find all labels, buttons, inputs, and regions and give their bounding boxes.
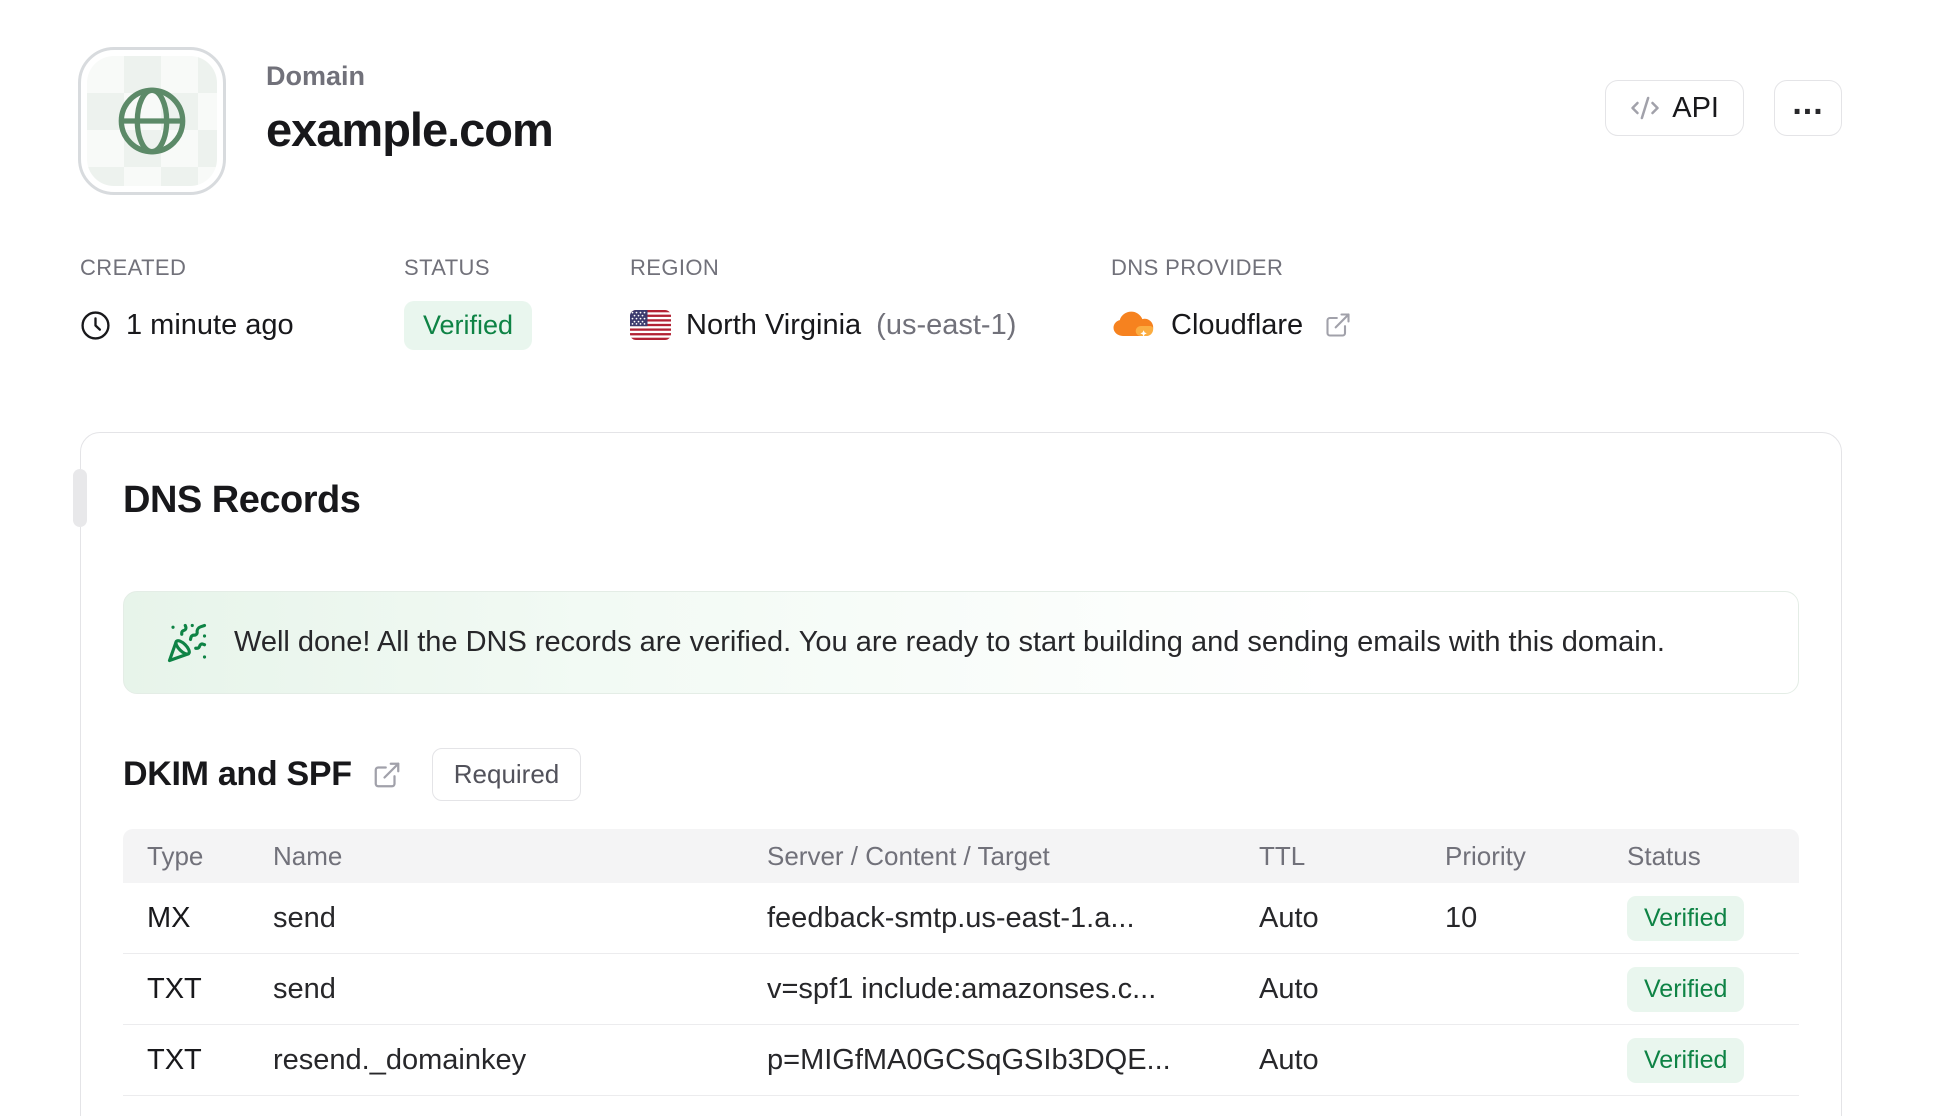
avatar-checker-background xyxy=(87,56,217,186)
meta-region: REGION North Virginia (us-east-1) xyxy=(630,255,1111,350)
cell-content: v=spf1 include:amazonses.c... xyxy=(767,972,1157,1005)
meta-created: CREATED 1 minute ago xyxy=(80,255,404,350)
banner-message: Well done! All the DNS records are verif… xyxy=(234,626,1665,658)
cell-type: MX xyxy=(147,901,191,934)
external-link-icon[interactable] xyxy=(372,760,402,790)
success-banner: Well done! All the DNS records are verif… xyxy=(123,591,1799,694)
meta-status: STATUS Verified xyxy=(404,255,630,350)
dkim-spf-title: DKIM and SPF xyxy=(123,755,352,793)
table-row: TXT send v=spf1 include:amazonses.c... A… xyxy=(123,954,1799,1025)
cell-name: resend._domainkey xyxy=(273,1043,527,1076)
cell-name: send xyxy=(273,901,336,934)
more-options-button[interactable]: ... xyxy=(1774,80,1842,136)
cell-ttl: Auto xyxy=(1259,901,1319,934)
cell-ttl: Auto xyxy=(1259,972,1319,1005)
created-value: 1 minute ago xyxy=(126,308,294,341)
created-label: CREATED xyxy=(80,255,187,280)
party-popper-icon xyxy=(166,622,208,664)
col-header-type: Type xyxy=(147,840,204,871)
table-row: MX send feedback-smtp.us-east-1.a... Aut… xyxy=(123,883,1799,954)
globe-icon xyxy=(112,81,192,161)
required-badge: Required xyxy=(431,748,582,801)
domain-detail-page: Domain example.com API ... CREATED 1 min… xyxy=(0,0,1944,1116)
api-button[interactable]: API xyxy=(1605,80,1744,136)
clock-icon xyxy=(80,310,111,341)
ellipsis-icon: ... xyxy=(1792,83,1824,122)
region-code: (us-east-1) xyxy=(876,308,1017,341)
region-name: North Virginia xyxy=(686,308,862,341)
code-icon xyxy=(1630,93,1660,123)
dns-provider-label: DNS PROVIDER xyxy=(1111,255,1284,280)
cell-type: TXT xyxy=(147,1043,202,1076)
dns-provider-value: Cloudflare xyxy=(1171,308,1304,341)
col-header-priority: Priority xyxy=(1445,840,1526,871)
region-label: REGION xyxy=(630,255,720,280)
card-title: DNS Records xyxy=(123,479,361,521)
cell-type: TXT xyxy=(147,972,202,1005)
table-row: TXT resend._domainkey p=MIGfMA0GCSqGSIb3… xyxy=(123,1025,1799,1096)
page-title: example.com xyxy=(266,103,554,156)
dns-records-table: Type Name Server / Content / Target TTL … xyxy=(123,829,1799,1096)
header-actions: API ... xyxy=(1605,47,1842,136)
section-accent-bar xyxy=(73,469,87,527)
cell-name: send xyxy=(273,972,336,1005)
domain-avatar xyxy=(78,47,226,195)
col-header-content: Server / Content / Target xyxy=(767,840,1050,871)
domain-meta-row: CREATED 1 minute ago STATUS Verified REG… xyxy=(0,255,1944,350)
status-badge: Verified xyxy=(1627,966,1745,1012)
col-header-ttl: TTL xyxy=(1259,840,1306,871)
cell-priority: 10 xyxy=(1445,901,1478,934)
dns-records-card: DNS Records Well done! All the DNS recor… xyxy=(73,432,1842,1116)
table-header-row: Type Name Server / Content / Target TTL … xyxy=(123,829,1799,883)
cloudflare-icon xyxy=(1111,311,1156,340)
col-header-status: Status xyxy=(1627,840,1701,871)
col-header-name: Name xyxy=(273,840,343,871)
us-flag-icon xyxy=(630,310,671,340)
status-badge: Verified xyxy=(1627,895,1745,941)
cell-content: feedback-smtp.us-east-1.a... xyxy=(767,901,1135,934)
status-label: STATUS xyxy=(404,255,490,280)
title-block: Domain example.com xyxy=(266,47,554,157)
status-badge: Verified xyxy=(1627,1037,1745,1083)
status-badge: Verified xyxy=(404,301,533,350)
cell-ttl: Auto xyxy=(1259,1043,1319,1076)
dkim-spf-section-header: DKIM and SPF Required xyxy=(123,748,1799,801)
external-link-icon[interactable] xyxy=(1324,311,1352,339)
meta-dns-provider: DNS PROVIDER Cloudflare xyxy=(1111,255,1352,350)
api-button-label: API xyxy=(1672,91,1719,124)
cell-content: p=MIGfMA0GCSqGSIb3DQE... xyxy=(767,1043,1171,1076)
page-header: Domain example.com API ... xyxy=(0,0,1944,195)
page-kicker: Domain xyxy=(266,61,366,91)
